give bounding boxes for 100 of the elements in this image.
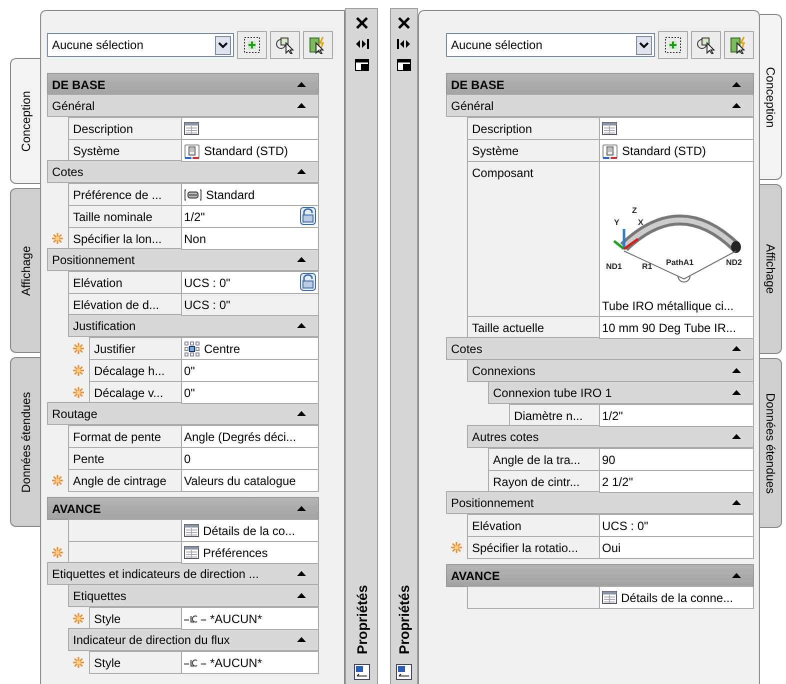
select-objects-button[interactable] (691, 31, 721, 59)
group-header[interactable]: Connexions (467, 359, 754, 382)
group-header[interactable]: Routage (47, 402, 319, 425)
property-value[interactable]: 0 (181, 447, 319, 470)
group-header[interactable]: Connexion tube IRO 1 (488, 381, 754, 404)
property-value[interactable]: Non (181, 227, 319, 250)
property-value[interactable]: Oui (599, 536, 754, 559)
property-value[interactable]: UCS : 0" (181, 271, 319, 294)
property-value[interactable]: Centre (181, 337, 319, 360)
diagram-label: X (638, 218, 643, 227)
label-style-icon (184, 658, 206, 666)
group-header[interactable]: Cotes (47, 160, 319, 183)
group-header[interactable]: Etiquettes et indicateurs de direction ... (47, 562, 319, 585)
caret-icon (215, 36, 231, 54)
selection-dropdown[interactable]: Aucune sélection (47, 33, 234, 57)
shape-cursor-icon (275, 36, 295, 54)
category-header[interactable]: DE BASE (446, 73, 754, 96)
property-value[interactable]: 0" (181, 381, 319, 404)
properties-menu-icon[interactable] (354, 59, 368, 71)
property-label: Style (89, 607, 181, 630)
dotted-square-plus-icon (243, 36, 261, 54)
category-header[interactable]: AVANCE (47, 497, 319, 520)
property-label: Justifier (89, 337, 181, 360)
table-icon (184, 122, 199, 135)
diagram-label: R1 (642, 262, 652, 271)
quick-select-button[interactable] (237, 31, 267, 59)
side-tab[interactable]: Conception (760, 14, 782, 180)
side-tab[interactable]: Données étendues (10, 357, 40, 527)
toggle-pickadd-button[interactable] (303, 31, 333, 59)
auto-hide-icon[interactable] (397, 39, 411, 49)
side-tab[interactable]: Affichage (760, 184, 782, 354)
table-icon (602, 591, 617, 604)
property-value[interactable]: 10 mm 90 Deg Tube IR... (599, 316, 754, 339)
property-label: Style (89, 651, 181, 674)
table-icon (602, 122, 617, 135)
group-header[interactable]: Général (47, 94, 319, 117)
caret-icon (636, 36, 652, 54)
palette-title: Propriétés (396, 584, 412, 654)
group-header[interactable]: Général (446, 94, 754, 117)
property-value[interactable]: *AUCUN* (181, 651, 319, 674)
lock-icon[interactable] (300, 207, 316, 225)
diagram-label: Y (614, 218, 619, 227)
group-header[interactable]: Cotes (446, 337, 754, 360)
property-value[interactable]: Angle (Degrés déci... (181, 425, 319, 448)
property-value[interactable]: 0" (181, 359, 319, 382)
diagram-label: ND2 (726, 258, 742, 267)
property-value[interactable]: *AUCUN* (181, 607, 319, 630)
side-tab[interactable]: Affichage (10, 188, 40, 353)
property-label: Préférence de ... (68, 183, 181, 206)
category-header[interactable]: AVANCE (446, 564, 754, 587)
group-header[interactable]: Indicateur de direction du flux (68, 628, 319, 651)
property-label: Angle de cintrage (68, 469, 181, 492)
quick-select-button[interactable] (658, 31, 688, 59)
close-icon[interactable] (398, 17, 410, 29)
group-header[interactable]: Autres cotes (467, 425, 754, 448)
property-value[interactable]: Standard (181, 183, 319, 206)
toggle-pickadd-button[interactable] (724, 31, 754, 59)
pipe-fitting-icon (184, 188, 202, 200)
shape-cursor-icon (696, 36, 716, 54)
property-value[interactable]: Standard (STD) (599, 139, 754, 162)
selection-dropdown[interactable]: Aucune sélection (446, 33, 655, 57)
property-label: Description (467, 117, 599, 140)
select-objects-button[interactable] (270, 31, 300, 59)
close-icon[interactable] (356, 17, 368, 29)
palette-icon[interactable] (354, 664, 370, 680)
property-value[interactable]: Détails de la co... (181, 519, 319, 542)
group-header[interactable]: Etiquettes (68, 584, 319, 607)
property-label: Angle de la tra... (488, 448, 599, 471)
property-label: Spécifier la rotatio... (467, 536, 599, 559)
palette-icon[interactable] (396, 664, 412, 680)
property-value[interactable]: Préférences (181, 541, 319, 564)
property-value[interactable]: Standard (STD) (181, 139, 319, 162)
property-value[interactable]: UCS : 0" (599, 514, 754, 537)
group-header[interactable]: Positionnement (47, 248, 319, 271)
property-value[interactable]: UCS : 0" (181, 293, 319, 316)
diagram-label: PathA1 (666, 258, 694, 267)
justify-grid-icon (184, 340, 200, 356)
property-value[interactable]: 2 1/2" (599, 470, 754, 493)
diagram-label: Z (632, 206, 636, 215)
property-value[interactable]: 1/2" (181, 205, 319, 228)
group-header[interactable]: Positionnement (446, 491, 754, 514)
category-header[interactable]: DE BASE (47, 73, 319, 96)
side-tab[interactable]: Conception (10, 58, 40, 184)
properties-menu-icon[interactable] (397, 59, 411, 71)
system-icon (602, 142, 618, 158)
property-value[interactable] (599, 117, 754, 140)
property-label: Description (68, 117, 181, 140)
property-value[interactable]: 1/2" (599, 404, 754, 427)
side-tab[interactable]: Données étendues (760, 358, 782, 528)
diagram-label: ND1 (606, 262, 622, 271)
property-value[interactable]: Détails de la conne... (599, 586, 754, 609)
table-icon (184, 546, 199, 559)
property-value[interactable]: Valeurs du catalogue (181, 469, 319, 492)
auto-hide-icon[interactable] (354, 39, 368, 49)
lock-icon[interactable] (300, 273, 316, 291)
group-header[interactable]: Justification (68, 314, 319, 337)
table-icon (184, 524, 199, 537)
property-label: Elévation (467, 514, 599, 537)
property-value[interactable]: 90 (599, 448, 754, 471)
property-value[interactable] (181, 117, 319, 140)
